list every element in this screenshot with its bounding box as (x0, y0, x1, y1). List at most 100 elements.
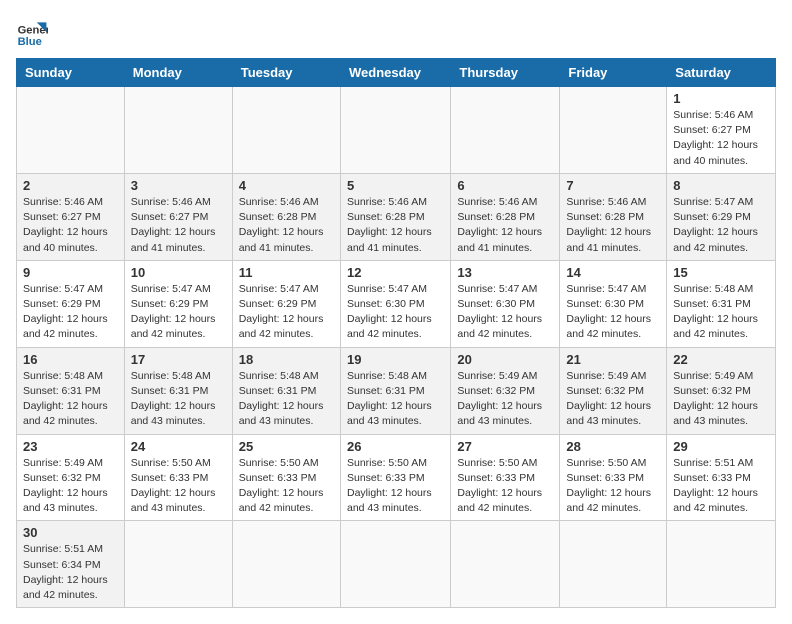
calendar-cell: 20 Sunrise: 5:49 AM Sunset: 6:32 PM Dayli… (451, 347, 560, 434)
day-number: 4 (239, 178, 334, 193)
calendar-cell (340, 521, 450, 608)
page-header: General Blue (16, 16, 776, 48)
calendar-cell: 28 Sunrise: 5:50 AM Sunset: 6:33 PM Dayli… (560, 434, 667, 521)
day-info: Sunrise: 5:48 AM Sunset: 6:31 PM Dayligh… (23, 369, 118, 430)
day-info: Sunrise: 5:47 AM Sunset: 6:29 PM Dayligh… (239, 282, 334, 343)
day-number: 24 (131, 439, 226, 454)
calendar-cell: 17 Sunrise: 5:48 AM Sunset: 6:31 PM Dayli… (124, 347, 232, 434)
calendar-cell: 25 Sunrise: 5:50 AM Sunset: 6:33 PM Dayli… (232, 434, 340, 521)
calendar-cell: 2Sunrise: 5:46 AM Sunset: 6:27 PM Daylig… (17, 173, 125, 260)
day-info: Sunrise: 5:49 AM Sunset: 6:32 PM Dayligh… (457, 369, 553, 430)
day-info: Sunrise: 5:46 AM Sunset: 6:27 PM Dayligh… (131, 195, 226, 256)
calendar-cell (560, 521, 667, 608)
day-number: 26 (347, 439, 444, 454)
calendar-cell (560, 87, 667, 174)
day-info: Sunrise: 5:46 AM Sunset: 6:28 PM Dayligh… (347, 195, 444, 256)
day-number: 23 (23, 439, 118, 454)
day-number: 11 (239, 265, 334, 280)
calendar-cell: 30 Sunrise: 5:51 AM Sunset: 6:34 PM Dayli… (17, 521, 125, 608)
svg-text:Blue: Blue (18, 36, 42, 48)
calendar-cell (451, 521, 560, 608)
calendar-cell (124, 87, 232, 174)
calendar-cell (667, 521, 776, 608)
day-number: 6 (457, 178, 553, 193)
calendar-cell: 4 Sunrise: 5:46 AM Sunset: 6:28 PM Daylig… (232, 173, 340, 260)
calendar-week-row: 30 Sunrise: 5:51 AM Sunset: 6:34 PM Dayli… (17, 521, 776, 608)
day-info: Sunrise: 5:46 AM Sunset: 6:27 PM Dayligh… (23, 195, 118, 256)
day-number: 16 (23, 352, 118, 367)
day-info: Sunrise: 5:49 AM Sunset: 6:32 PM Dayligh… (673, 369, 769, 430)
day-number: 28 (566, 439, 660, 454)
calendar-cell: 5Sunrise: 5:46 AM Sunset: 6:28 PM Daylig… (340, 173, 450, 260)
day-number: 15 (673, 265, 769, 280)
day-info: Sunrise: 5:50 AM Sunset: 6:33 PM Dayligh… (131, 456, 226, 517)
day-number: 3 (131, 178, 226, 193)
day-number: 17 (131, 352, 226, 367)
calendar-cell: 3 Sunrise: 5:46 AM Sunset: 6:27 PM Daylig… (124, 173, 232, 260)
day-info: Sunrise: 5:46 AM Sunset: 6:28 PM Dayligh… (239, 195, 334, 256)
day-number: 1 (673, 91, 769, 106)
logo: General Blue (16, 16, 48, 48)
weekday-header-tuesday: Tuesday (232, 59, 340, 87)
calendar-cell: 11 Sunrise: 5:47 AM Sunset: 6:29 PM Dayli… (232, 260, 340, 347)
day-number: 21 (566, 352, 660, 367)
calendar-cell: 15 Sunrise: 5:48 AM Sunset: 6:31 PM Dayli… (667, 260, 776, 347)
calendar-cell: 24 Sunrise: 5:50 AM Sunset: 6:33 PM Dayli… (124, 434, 232, 521)
day-number: 25 (239, 439, 334, 454)
calendar-cell: 16 Sunrise: 5:48 AM Sunset: 6:31 PM Dayli… (17, 347, 125, 434)
calendar-cell (232, 521, 340, 608)
day-info: Sunrise: 5:50 AM Sunset: 6:33 PM Dayligh… (239, 456, 334, 517)
calendar-cell: 7Sunrise: 5:46 AM Sunset: 6:28 PM Daylig… (560, 173, 667, 260)
day-number: 7 (566, 178, 660, 193)
day-info: Sunrise: 5:49 AM Sunset: 6:32 PM Dayligh… (566, 369, 660, 430)
day-number: 13 (457, 265, 553, 280)
calendar-cell: 23 Sunrise: 5:49 AM Sunset: 6:32 PM Dayli… (17, 434, 125, 521)
calendar-cell: 19Sunrise: 5:48 AM Sunset: 6:31 PM Dayli… (340, 347, 450, 434)
calendar-cell: 1Sunrise: 5:46 AM Sunset: 6:27 PM Daylig… (667, 87, 776, 174)
calendar-cell: 8 Sunrise: 5:47 AM Sunset: 6:29 PM Daylig… (667, 173, 776, 260)
day-info: Sunrise: 5:46 AM Sunset: 6:28 PM Dayligh… (457, 195, 553, 256)
weekday-header-saturday: Saturday (667, 59, 776, 87)
day-number: 27 (457, 439, 553, 454)
day-info: Sunrise: 5:47 AM Sunset: 6:29 PM Dayligh… (673, 195, 769, 256)
day-number: 19 (347, 352, 444, 367)
calendar-cell: 12 Sunrise: 5:47 AM Sunset: 6:30 PM Dayli… (340, 260, 450, 347)
calendar-week-row: 2Sunrise: 5:46 AM Sunset: 6:27 PM Daylig… (17, 173, 776, 260)
calendar-cell: 18 Sunrise: 5:48 AM Sunset: 6:31 PM Dayli… (232, 347, 340, 434)
calendar-cell: 29Sunrise: 5:51 AM Sunset: 6:33 PM Dayli… (667, 434, 776, 521)
day-number: 20 (457, 352, 553, 367)
calendar-week-row: 16 Sunrise: 5:48 AM Sunset: 6:31 PM Dayli… (17, 347, 776, 434)
calendar-cell (17, 87, 125, 174)
calendar-cell: 27 Sunrise: 5:50 AM Sunset: 6:33 PM Dayli… (451, 434, 560, 521)
weekday-header-thursday: Thursday (451, 59, 560, 87)
day-info: Sunrise: 5:47 AM Sunset: 6:29 PM Dayligh… (131, 282, 226, 343)
day-number: 12 (347, 265, 444, 280)
day-number: 10 (131, 265, 226, 280)
day-info: Sunrise: 5:50 AM Sunset: 6:33 PM Dayligh… (457, 456, 553, 517)
day-number: 14 (566, 265, 660, 280)
day-info: Sunrise: 5:51 AM Sunset: 6:34 PM Dayligh… (23, 542, 118, 603)
day-info: Sunrise: 5:47 AM Sunset: 6:29 PM Dayligh… (23, 282, 118, 343)
day-info: Sunrise: 5:49 AM Sunset: 6:32 PM Dayligh… (23, 456, 118, 517)
day-info: Sunrise: 5:48 AM Sunset: 6:31 PM Dayligh… (131, 369, 226, 430)
day-info: Sunrise: 5:50 AM Sunset: 6:33 PM Dayligh… (566, 456, 660, 517)
day-info: Sunrise: 5:48 AM Sunset: 6:31 PM Dayligh… (239, 369, 334, 430)
day-number: 8 (673, 178, 769, 193)
day-info: Sunrise: 5:48 AM Sunset: 6:31 PM Dayligh… (673, 282, 769, 343)
calendar-cell: 22Sunrise: 5:49 AM Sunset: 6:32 PM Dayli… (667, 347, 776, 434)
day-info: Sunrise: 5:51 AM Sunset: 6:33 PM Dayligh… (673, 456, 769, 517)
calendar-week-row: 23 Sunrise: 5:49 AM Sunset: 6:32 PM Dayli… (17, 434, 776, 521)
calendar-cell: 9 Sunrise: 5:47 AM Sunset: 6:29 PM Daylig… (17, 260, 125, 347)
day-number: 30 (23, 525, 118, 540)
calendar-cell (451, 87, 560, 174)
calendar-table: SundayMondayTuesdayWednesdayThursdayFrid… (16, 58, 776, 608)
calendar-cell (340, 87, 450, 174)
day-info: Sunrise: 5:47 AM Sunset: 6:30 PM Dayligh… (347, 282, 444, 343)
day-number: 18 (239, 352, 334, 367)
calendar-cell: 13Sunrise: 5:47 AM Sunset: 6:30 PM Dayli… (451, 260, 560, 347)
calendar-cell (232, 87, 340, 174)
calendar-week-row: 1Sunrise: 5:46 AM Sunset: 6:27 PM Daylig… (17, 87, 776, 174)
calendar-cell (124, 521, 232, 608)
day-number: 9 (23, 265, 118, 280)
weekday-header-sunday: Sunday (17, 59, 125, 87)
